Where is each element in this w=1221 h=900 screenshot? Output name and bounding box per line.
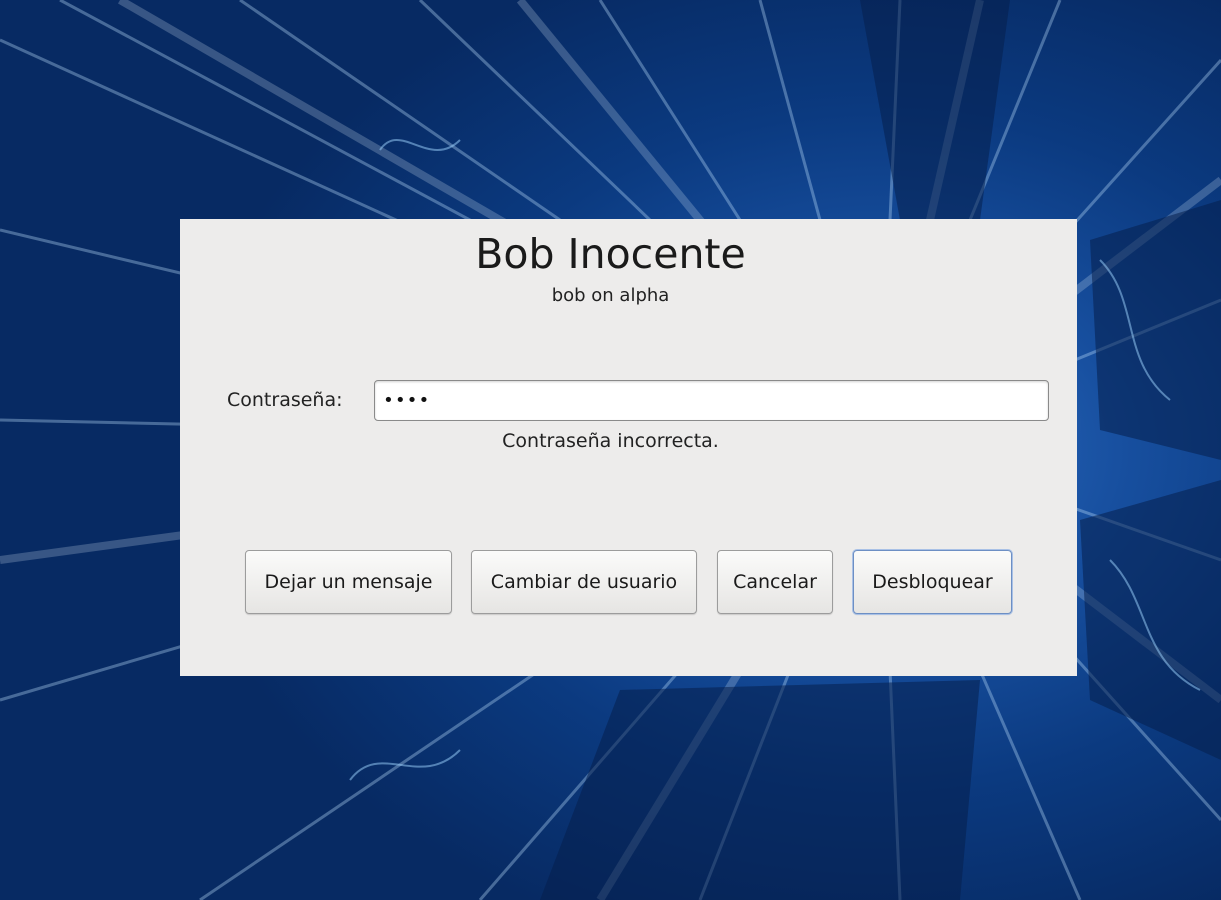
error-message: Contraseña incorrecta. <box>502 430 719 452</box>
user-full-name: Bob Inocente <box>475 230 746 278</box>
password-field[interactable] <box>374 380 1049 421</box>
switch-user-button[interactable]: Cambiar de usuario <box>471 550 697 614</box>
cancel-button[interactable]: Cancelar <box>717 550 833 614</box>
leave-message-button[interactable]: Dejar un mensaje <box>245 550 452 614</box>
unlock-button[interactable]: Desbloquear <box>853 550 1012 614</box>
password-label: Contraseña: <box>227 389 343 411</box>
user-host-line: bob on alpha <box>551 285 670 306</box>
